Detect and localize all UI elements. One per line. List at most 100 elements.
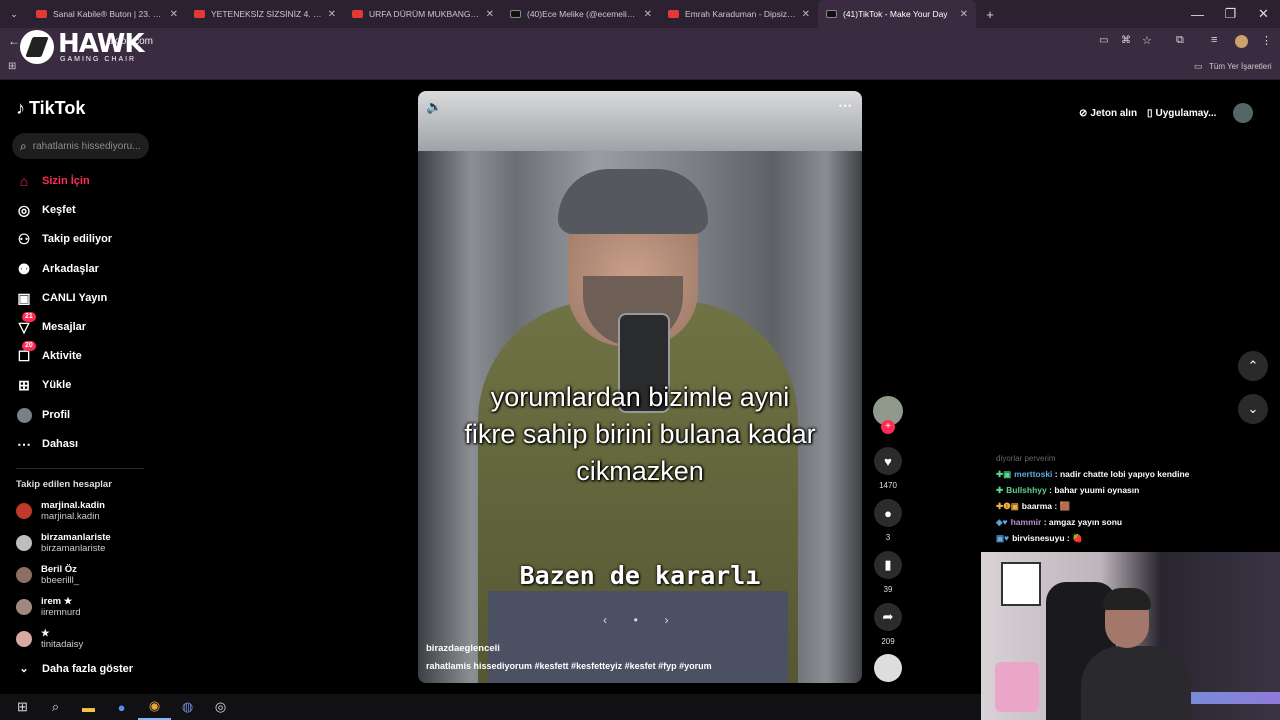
translate-icon[interactable]: ⌘ — [1121, 35, 1131, 46]
bookmark-star-icon[interactable]: ☆ — [1142, 34, 1152, 47]
video-description[interactable]: rahatlamis hissediyorum #kesfett #kesfet… — [426, 661, 712, 671]
new-tab-icon[interactable]: + — [976, 1, 1004, 27]
chat-badges: ✚ — [996, 485, 1004, 495]
nav-profile[interactable]: Profil — [16, 404, 70, 426]
close-icon[interactable]: ✕ — [328, 9, 336, 20]
following-account[interactable]: birzamanlariste birzamanlariste — [16, 532, 111, 554]
address-bar: ← tiktok.com ▭ ⌘ ☆ ⧉ ≡ ⋮ — [0, 28, 1280, 56]
more-options-icon[interactable]: ⋯ — [838, 97, 852, 114]
nav-friends[interactable]: ⚉ Arkadaşlar — [16, 258, 99, 280]
nav-live[interactable]: ▣ CANLI Yayın — [16, 287, 107, 309]
nav-activity[interactable]: ☐ 20 Aktivite — [16, 340, 82, 367]
browser-tab[interactable]: (40)Ece Melike (@ecemelikec) | ✕ — [502, 0, 660, 28]
extensions-icon[interactable]: ⧉ — [1176, 34, 1184, 47]
media-icon[interactable]: ≡ — [1211, 34, 1217, 46]
windows-start-icon[interactable]: ⊞ — [6, 694, 39, 720]
folder-icon: ▭ — [1194, 61, 1203, 71]
next-video-button[interactable]: ⌄ — [1238, 394, 1268, 424]
close-icon[interactable]: ✕ — [644, 9, 652, 20]
chat-user: birvisnesuyu — [1012, 533, 1065, 543]
get-app-button[interactable]: ▯ Uygulamay... — [1147, 103, 1216, 123]
following-account[interactable]: marjinal.kadin marjinal.kadin — [16, 500, 105, 522]
tiktok-icon — [510, 10, 521, 18]
comment-button[interactable]: ● 3 — [873, 499, 903, 542]
sound-avatar[interactable] — [873, 654, 903, 682]
restore-icon[interactable]: ❐ — [1214, 1, 1247, 27]
nav-explore[interactable]: ◎ Keşfet — [16, 199, 76, 221]
back-icon[interactable]: ← — [8, 34, 20, 48]
following-account[interactable]: ★ tinitadaisy — [16, 628, 83, 650]
window-close-icon[interactable]: ✕ — [1247, 1, 1280, 27]
nav-following[interactable]: ⚇ Takip ediliyor — [16, 228, 112, 250]
tiktok-logo[interactable]: ♪ TikTok — [16, 98, 85, 119]
nav-for-you[interactable]: ⌂ Sizin İçin — [16, 170, 90, 192]
share-button[interactable]: ➦ 209 — [873, 603, 903, 646]
nav-label: Mesajlar — [42, 321, 87, 333]
close-icon[interactable]: ✕ — [170, 9, 178, 20]
follow-plus-icon[interactable]: + — [881, 420, 895, 434]
user-avatar[interactable] — [1233, 103, 1253, 123]
video-caption-bottom: Bazen de kararlı — [519, 561, 761, 590]
close-icon[interactable]: ✕ — [960, 9, 968, 20]
nav-label: Profil — [42, 409, 71, 421]
search-input[interactable]: ⌕ rahatlamis hissediyoru... — [12, 133, 149, 159]
divider — [16, 468, 144, 469]
app-icon[interactable]: ● — [105, 694, 138, 720]
chrome-icon[interactable]: ◉ — [138, 694, 171, 720]
obs-icon[interactable]: ◎ — [204, 694, 237, 720]
nav-upload[interactable]: ⊞ Yükle — [16, 374, 71, 396]
stream-chat-overlay: diyorlar perverim ✚▣ merttoski : nadir ch… — [996, 454, 1276, 546]
account-name: irem ★ — [41, 596, 73, 607]
get-app-label: Uygulamay... — [1155, 107, 1217, 119]
account-name: marjinal.kadin — [41, 500, 105, 511]
following-title: Takip edilen hesaplar — [16, 479, 112, 490]
video-author[interactable]: birazdaeglenceli — [426, 643, 500, 654]
like-button[interactable]: ♥ 1470 — [873, 447, 903, 490]
tab-title: (40)Ece Melike (@ecemelikec) | — [527, 9, 638, 19]
profile-avatar[interactable] — [1235, 35, 1248, 48]
nav-label: Keşfet — [42, 204, 76, 216]
cast-icon[interactable]: ▭ — [1099, 35, 1108, 46]
close-icon[interactable]: ✕ — [486, 9, 494, 20]
nav-label: Dahası — [42, 438, 79, 450]
show-more-button[interactable]: ⌄ Daha fazla göster — [16, 662, 133, 676]
browser-tab[interactable]: YETENEKSİZ SİZSİNİZ 4. BÖLÜM ✕ — [186, 0, 344, 28]
search-icon[interactable]: ⌕ — [39, 694, 72, 720]
tiktok-wordmark: TikTok — [29, 98, 86, 118]
carousel-nav[interactable]: ‹ • › — [603, 613, 669, 627]
chat-text: : amgaz yayın sonu — [1043, 517, 1123, 527]
video-player[interactable]: 🔈 ⋯ yorumlardan bizimle ayni fikre sahip… — [418, 91, 862, 683]
chat-message: ✚ Bullshhyy : bahar yuumi oynasın — [996, 482, 1276, 498]
file-explorer-icon[interactable]: ▬ — [72, 694, 105, 720]
tab-title: (41)TikTok - Make Your Day — [843, 9, 948, 19]
nav-messages[interactable]: ▽ 21 Mesajlar — [16, 311, 87, 338]
nav-more[interactable]: ⋯ Dahası — [16, 433, 78, 455]
volume-icon[interactable]: 🔈 — [426, 99, 442, 115]
close-icon[interactable]: ✕ — [802, 9, 810, 20]
following-account[interactable]: irem ★ iiremnurd — [16, 596, 81, 618]
youtube-icon — [36, 10, 47, 18]
get-coins-button[interactable]: ⊘ Jeton alın — [1079, 103, 1137, 123]
apps-grid-icon[interactable]: ⊞ — [8, 61, 16, 72]
browser-tab-active[interactable]: (41)TikTok - Make Your Day ✕ — [818, 0, 976, 28]
discord-icon[interactable]: ◍ — [171, 694, 204, 720]
previous-video-button[interactable]: ⌃ — [1238, 351, 1268, 381]
search-placeholder: rahatlamis hissediyoru... — [32, 140, 141, 152]
browser-tab[interactable]: URFA DÜRÜM MUKBANG İLİŞK ✕ — [344, 0, 502, 28]
avatar — [16, 503, 32, 519]
upload-icon: ⊞ — [18, 376, 30, 393]
save-button[interactable]: ▮ 39 — [873, 551, 903, 594]
pink-plush — [995, 662, 1039, 712]
video-caption-line: yorumlardan bizimle ayni — [490, 382, 790, 412]
menu-dots-icon[interactable]: ⋮ — [1261, 34, 1272, 47]
all-bookmarks-label[interactable]: Tüm Yer İşaretleri — [1209, 62, 1272, 71]
following-account[interactable]: Beril Öz bbeerilll_ — [16, 564, 79, 586]
avatar — [16, 599, 32, 615]
browser-tab[interactable]: Sanal Kabile® Buton | 23. Bölüm ✕ — [28, 0, 186, 28]
more-dots-icon: ⋯ — [17, 435, 31, 452]
hawk-word: HAWK — [58, 28, 145, 59]
author-avatar[interactable]: + — [873, 396, 903, 434]
browser-tab[interactable]: Emrah Karaduman - Dipsiz Kuyu ✕ — [660, 0, 818, 28]
tab-search-icon[interactable]: ⌄ — [0, 1, 28, 27]
minimize-icon[interactable]: — — [1181, 1, 1214, 27]
